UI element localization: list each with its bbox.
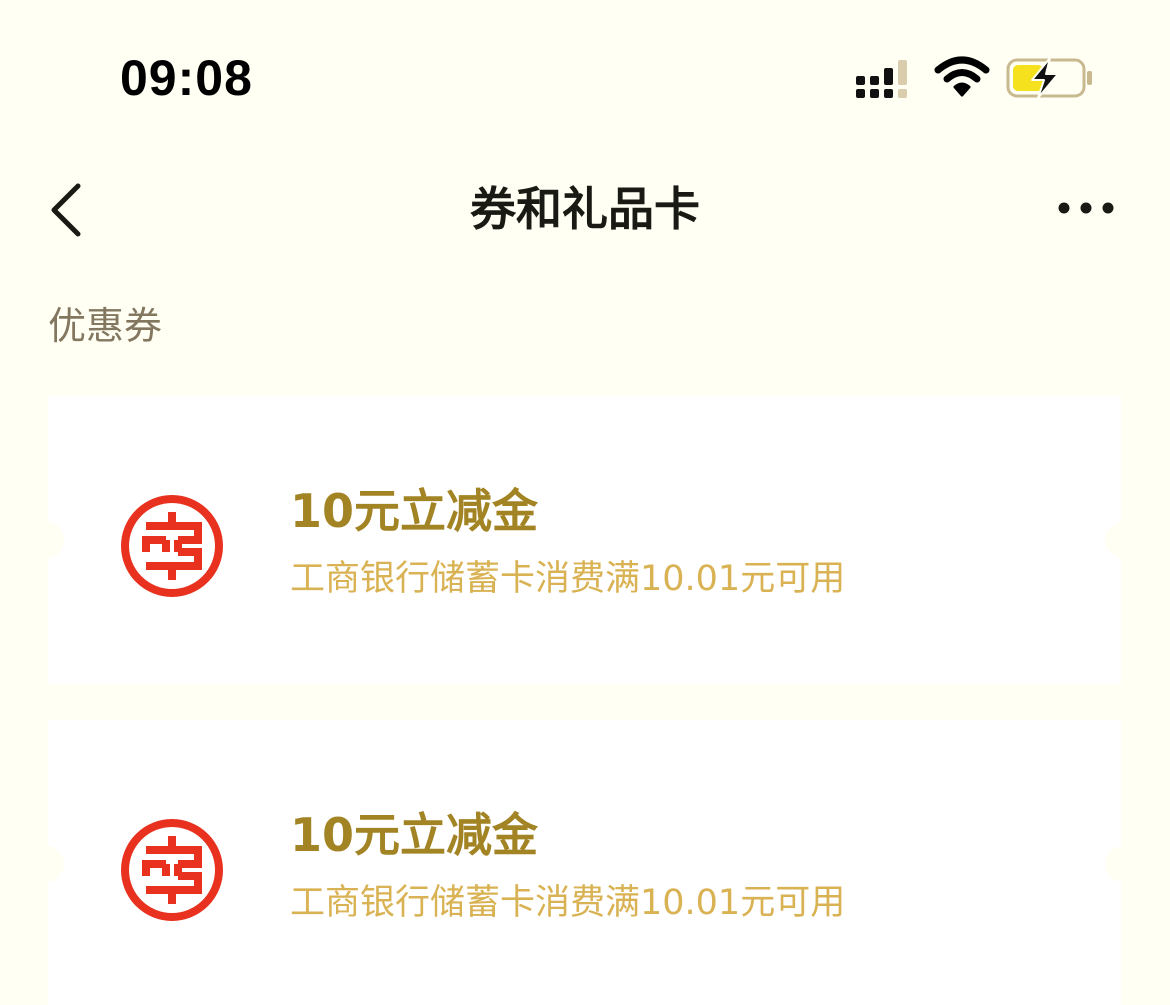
nav-bar: 券和礼品卡 (0, 150, 1170, 270)
more-options-icon[interactable] (1052, 186, 1120, 230)
status-bar: 09:08 (0, 0, 1170, 150)
battery-charging-icon (1006, 57, 1092, 99)
coupon-card[interactable]: 10元立减金 工商银行储蓄卡消费满10.01元可用 (28, 720, 1141, 1005)
coupon-card[interactable]: 10元立减金 工商银行储蓄卡消费满10.01元可用 (28, 396, 1141, 684)
coupon-description: 工商银行储蓄卡消费满10.01元可用 (290, 883, 846, 923)
coupon-description: 工商银行储蓄卡消费满10.01元可用 (290, 559, 846, 599)
wifi-icon (934, 56, 990, 97)
coupon-title: 10元立减金 (290, 484, 539, 538)
section-label-coupons: 优惠券 (48, 304, 163, 348)
icbc-logo-icon (121, 495, 223, 597)
page-title: 券和礼品卡 (470, 182, 700, 236)
cellular-signal-icon (856, 60, 907, 98)
icbc-logo-icon (121, 819, 223, 921)
coupon-title: 10元立减金 (290, 808, 539, 862)
status-time: 09:08 (120, 50, 253, 106)
screen: 09:08 券和礼品卡 优惠券 10元立减金 工商银行储蓄卡消费满10.01元可… (0, 0, 1170, 1005)
